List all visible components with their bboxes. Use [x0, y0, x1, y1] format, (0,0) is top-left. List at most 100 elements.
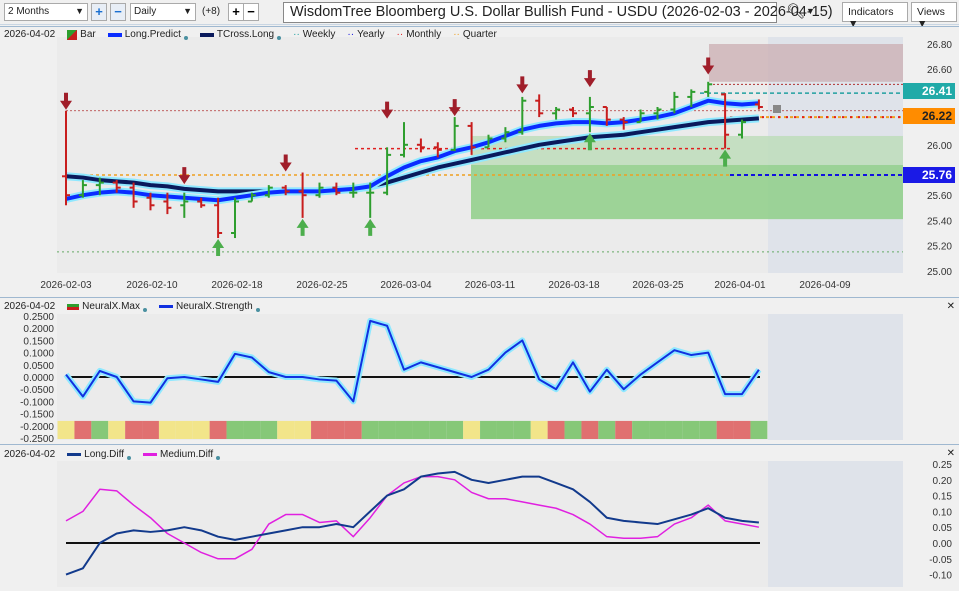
neuralx-chart[interactable]: 0.25000.20000.1500 0.10000.05000.0000-0.0…: [0, 298, 959, 445]
y-tick-label: 0.20: [933, 476, 953, 487]
offset-label: (+8): [202, 6, 221, 17]
y-tick-label: 25.60: [927, 191, 952, 202]
x-tick-label: 2026-02-10: [126, 280, 178, 291]
y-tick-label: 0.0500: [23, 361, 54, 372]
offset-minus-button[interactable]: −: [243, 3, 259, 21]
search-dropdown-icon[interactable]: ▼: [806, 6, 815, 16]
indicators-label: Indicators: [848, 6, 894, 18]
y-tick-label: -0.1000: [20, 397, 54, 408]
legend-quarter: ·· Quarter: [453, 29, 497, 40]
neuralx-max-cell: [175, 420, 193, 439]
offset-plus-button[interactable]: +: [228, 3, 244, 21]
y-tick-label: -0.0500: [20, 385, 54, 396]
legend-monthly: ·· Monthly: [396, 29, 442, 40]
support-zone-light: [471, 135, 903, 165]
marker-icon: [773, 105, 781, 113]
neuralx-max-cell: [699, 420, 717, 439]
x-tick-label: 2026-02-25: [296, 280, 348, 291]
indicators-button[interactable]: Indicators ▼: [842, 2, 908, 30]
legend-neuralx-max: NeuralX.Max: [67, 301, 147, 312]
neuralx-max-cell: [142, 420, 159, 439]
neuralx-max-cell: [344, 420, 362, 439]
interval-value: Daily: [134, 6, 157, 17]
toolbar: 2 Months ▼ + − Daily ▼ (+8) + − WisdomTree…: [0, 0, 959, 30]
price-legend: 2026-04-02 Bar Long.Predict TCross.Long …: [4, 29, 497, 40]
x-tick-label: 2026-03-25: [632, 280, 684, 291]
neuralx-max-cell: [581, 420, 599, 439]
neuralx-max-cell: [158, 420, 176, 439]
x-tick-label: 2026-02-18: [211, 280, 263, 291]
y-tick-label: 25.20: [927, 242, 952, 253]
neuralx-max-cell: [209, 420, 227, 439]
neuralx-max-cell: [733, 420, 751, 439]
range-select[interactable]: 2 Months ▼: [4, 3, 88, 21]
symbol-title-input[interactable]: WisdomTree Bloomberg U.S. Dollar Bullish…: [283, 2, 833, 23]
neuralx-max-cell: [74, 420, 92, 439]
x-tick-label: 2026-03-11: [465, 280, 516, 291]
views-label: Views: [917, 6, 945, 18]
zoom-in-button[interactable]: +: [91, 3, 107, 21]
future-area: [768, 461, 903, 587]
y-tick-label: 26.80: [927, 40, 952, 51]
neuralx-legend: 2026-04-02 NeuralX.Max NeuralX.Strength: [4, 301, 260, 312]
neuralx-max-cell: [361, 420, 379, 439]
neuralx-max-cell: [665, 420, 683, 439]
y-tick-label: 0.00: [933, 539, 953, 550]
y-tick-label: -0.10: [929, 571, 952, 582]
weekly-price-label: 26.41: [903, 83, 955, 99]
neuralx-max-cell: [327, 420, 345, 439]
legend-neuralx-strength: NeuralX.Strength: [158, 301, 260, 312]
neuralx-panel[interactable]: 0.2500 0.2000 0.1500 0.1000 0.0500 0.0000 -0.0…: [0, 297, 959, 445]
y-tick-label: 0.10: [933, 507, 953, 518]
chevron-down-icon: ▼: [75, 6, 84, 16]
legend-date: 2026-04-02: [4, 301, 56, 312]
neuralx-max-cell: [125, 420, 143, 439]
interval-select[interactable]: Daily ▼: [130, 3, 196, 21]
range-value: 2 Months: [8, 6, 50, 17]
y-tick-label: 0.25: [933, 460, 953, 471]
neuralx-max-cell: [649, 420, 666, 439]
y-tick-label: 0.05: [933, 523, 953, 534]
neuralx-max-cell: [615, 420, 633, 439]
close-panel-icon[interactable]: ✕: [947, 448, 955, 459]
close-panel-icon[interactable]: ✕: [947, 301, 955, 312]
views-button[interactable]: Views ▼: [911, 2, 957, 30]
y-tick-label: 25.40: [927, 216, 952, 227]
y-tick-label: -0.2000: [20, 422, 54, 433]
search-icon[interactable]: 🔍︎: [786, 2, 805, 20]
neuralx-max-cell: [716, 420, 734, 439]
neuralx-max-cell: [463, 420, 481, 439]
price-chart[interactable]: 26.8026.6026.4026.2026.0025.8025.6025.40…: [0, 27, 959, 298]
neuralx-max-cell: [378, 420, 396, 439]
y-tick-label: -0.1500: [20, 410, 54, 421]
y-tick-label: 0.2000: [23, 324, 54, 335]
neuralx-max-cell: [260, 420, 278, 439]
neuralx-max-cell: [547, 420, 565, 439]
legend-long-predict: Long.Predict: [107, 29, 188, 40]
neuralx-max-cell: [243, 420, 261, 439]
neuralx-max-cell: [277, 420, 295, 439]
neuralx-max-cell: [750, 420, 768, 439]
legend-weekly: ·· Weekly: [293, 29, 336, 40]
diff-chart[interactable]: 0.25 0.20 0.15 0.10 0.05 0.00 -0.05 -0.10: [0, 445, 959, 591]
zoom-out-button[interactable]: −: [110, 3, 126, 21]
neuralx-max-cell: [682, 420, 700, 439]
x-tick-label: 2026-03-18: [548, 280, 600, 291]
neuralx-max-cell: [564, 420, 582, 439]
y-tick-label: 0.2500: [23, 312, 54, 323]
neuralx-max-cell: [513, 420, 531, 439]
chevron-down-icon: ▼: [183, 6, 192, 16]
neuralx-max-cell: [108, 420, 126, 439]
y-tick-label: 0.1500: [23, 336, 54, 347]
diff-legend: 2026-04-02 Long.Diff Medium.Diff: [4, 449, 221, 460]
y-tick-label: 26.00: [927, 141, 952, 152]
future-area: [768, 314, 903, 440]
diff-panel[interactable]: 0.25 0.20 0.15 0.10 0.05 0.00 -0.05 -0.10 2026-…: [0, 444, 959, 590]
bar-icon: [67, 29, 78, 40]
legend-long-diff: Long.Diff: [67, 449, 131, 460]
resistance-zone: [709, 44, 903, 82]
y-tick-label: -0.05: [929, 555, 952, 566]
legend-medium-diff: Medium.Diff: [143, 449, 221, 460]
price-panel[interactable]: 26.8026.6026.4026.2026.0025.8025.6025.40…: [0, 26, 959, 297]
legend-yearly: ·· Yearly: [347, 29, 385, 40]
